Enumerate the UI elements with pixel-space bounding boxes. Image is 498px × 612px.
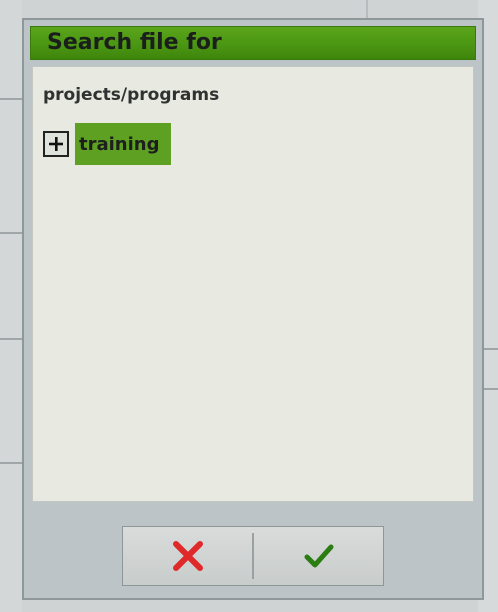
background-gridline: [0, 338, 22, 340]
tree-row-training: training: [43, 123, 172, 165]
background-gridline: [0, 98, 22, 100]
background-gridline: [0, 462, 22, 464]
tree-item-training[interactable]: training: [75, 123, 172, 165]
dialog-title-bar: Search file for: [30, 26, 476, 60]
dialog-button-bar: [122, 526, 384, 586]
plus-icon: [49, 137, 63, 151]
search-file-dialog: Search file for projects/programs traini…: [22, 18, 484, 600]
confirm-button[interactable]: [254, 527, 383, 585]
background-gridline: [366, 0, 368, 18]
expand-button[interactable]: [43, 131, 69, 157]
checkmark-icon: [304, 544, 333, 568]
background-gridline: [0, 232, 22, 234]
tree-item-label: training: [79, 133, 160, 155]
file-browser-panel: projects/programs training: [32, 66, 474, 502]
cancel-button[interactable]: [123, 527, 252, 585]
background-left: [0, 0, 22, 612]
dialog-title: Search file for: [47, 30, 222, 55]
background-gridline: [484, 348, 498, 350]
close-icon: [172, 541, 203, 571]
background-gridline: [484, 388, 498, 390]
current-path: projects/programs: [43, 85, 220, 105]
